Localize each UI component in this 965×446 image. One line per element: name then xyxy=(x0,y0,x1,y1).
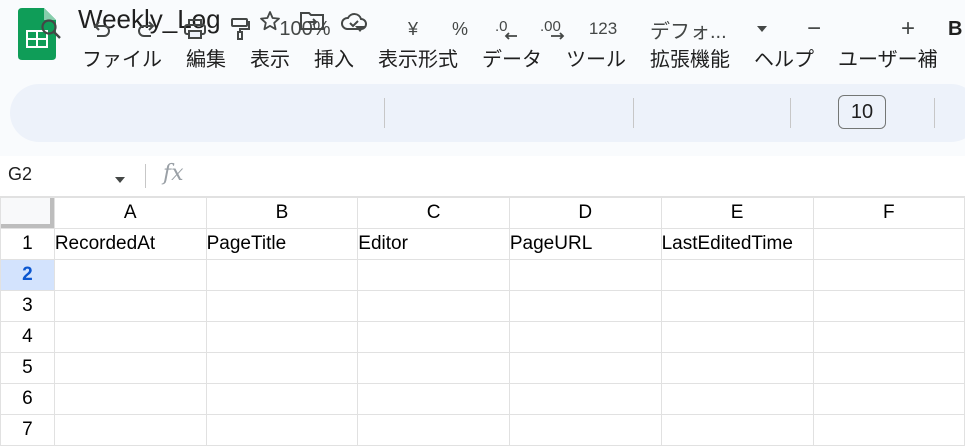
cell-c4[interactable] xyxy=(357,321,510,353)
bold-button[interactable]: B xyxy=(948,0,965,58)
cell-d2[interactable] xyxy=(508,259,662,291)
print-icon[interactable] xyxy=(179,0,211,58)
row-header-6[interactable]: 6 xyxy=(0,383,55,415)
decrease-font-size-button[interactable]: − xyxy=(800,0,828,58)
increase-decimal-icon[interactable]: .00 xyxy=(538,0,572,58)
more-formats-button[interactable]: 123 xyxy=(586,0,620,58)
cell-b6[interactable] xyxy=(205,383,359,415)
toolbar-divider xyxy=(633,98,634,128)
row-header-2[interactable]: 2 xyxy=(0,259,55,291)
formula-input[interactable] xyxy=(200,164,940,188)
cell-f2[interactable] xyxy=(812,259,965,291)
font-family-select[interactable]: デフォ... xyxy=(650,0,740,58)
column-header-c[interactable]: C xyxy=(357,197,510,229)
menu-accessibility[interactable]: ユーザー補 xyxy=(826,41,950,74)
cell-b5[interactable] xyxy=(205,352,359,384)
name-box[interactable]: G2 xyxy=(8,164,32,185)
zoom-select[interactable]: 100% xyxy=(270,0,340,58)
cell-c5[interactable] xyxy=(357,352,510,384)
zoom-chevron-down-icon[interactable] xyxy=(350,0,370,58)
toolbar-divider xyxy=(790,98,791,128)
cell-d1[interactable]: PageURL xyxy=(508,228,662,260)
redo-icon[interactable] xyxy=(132,0,162,58)
select-all-corner[interactable] xyxy=(0,197,55,229)
toolbar-divider xyxy=(384,98,385,128)
row-header-4[interactable]: 4 xyxy=(0,321,55,353)
cell-e6[interactable] xyxy=(660,383,814,415)
cell-a6[interactable] xyxy=(53,383,207,415)
font-size-input[interactable]: 10 xyxy=(838,95,886,129)
cell-f1[interactable] xyxy=(812,228,965,260)
table-row: 3 xyxy=(0,290,965,322)
table-row: 7 xyxy=(0,414,965,446)
column-header-d[interactable]: D xyxy=(508,197,662,229)
column-header-b[interactable]: B xyxy=(205,197,359,229)
cell-a7[interactable] xyxy=(53,414,207,446)
cell-b7[interactable] xyxy=(205,414,359,446)
cell-d5[interactable] xyxy=(508,352,662,384)
row-header-3[interactable]: 3 xyxy=(0,290,55,322)
formula-divider xyxy=(145,164,146,188)
cell-a3[interactable] xyxy=(53,290,207,322)
cell-c6[interactable] xyxy=(357,383,510,415)
cell-b1[interactable]: PageTitle xyxy=(205,228,359,260)
name-box-chevron-down-icon[interactable] xyxy=(114,171,126,189)
cell-f3[interactable] xyxy=(812,290,965,322)
cell-e4[interactable] xyxy=(660,321,814,353)
cell-a5[interactable] xyxy=(53,352,207,384)
svg-text:.00: .00 xyxy=(540,18,561,35)
cell-e1[interactable]: LastEditedTime xyxy=(660,228,814,260)
cell-e3[interactable] xyxy=(660,290,814,322)
cell-e5[interactable] xyxy=(660,352,814,384)
cell-c2[interactable] xyxy=(357,259,510,291)
toolbar xyxy=(10,84,965,142)
row-header-5[interactable]: 5 xyxy=(0,352,55,384)
cell-c3[interactable] xyxy=(357,290,510,322)
row-header-7[interactable]: 7 xyxy=(0,414,55,446)
cell-d4[interactable] xyxy=(508,321,662,353)
undo-icon[interactable] xyxy=(86,0,116,58)
cell-c1[interactable]: Editor xyxy=(357,228,510,260)
search-icon[interactable] xyxy=(34,0,68,58)
cell-d6[interactable] xyxy=(508,383,662,415)
cell-c7[interactable] xyxy=(357,414,510,446)
sheet-grid: A B C D E F 1 RecordedAt PageTitle Edito… xyxy=(0,197,965,446)
cell-a4[interactable] xyxy=(53,321,207,353)
column-header-f[interactable]: F xyxy=(812,197,965,229)
column-header-e[interactable]: E xyxy=(660,197,814,229)
table-row: 6 xyxy=(0,383,965,415)
cell-d7[interactable] xyxy=(508,414,662,446)
decrease-decimal-icon[interactable]: .0 xyxy=(492,0,524,58)
font-chevron-down-icon[interactable] xyxy=(752,0,772,58)
percent-format-button[interactable]: % xyxy=(446,0,474,58)
cell-b4[interactable] xyxy=(205,321,359,353)
increase-font-size-button[interactable]: + xyxy=(894,0,922,58)
svg-text:.0: .0 xyxy=(495,18,508,35)
table-row: 1 RecordedAt PageTitle Editor PageURL La… xyxy=(0,228,965,260)
cell-f5[interactable] xyxy=(812,352,965,384)
cell-f7[interactable] xyxy=(812,414,965,446)
cell-d3[interactable] xyxy=(508,290,662,322)
paint-format-icon[interactable] xyxy=(225,0,255,58)
fx-icon: fx xyxy=(163,161,184,186)
table-row: 5 xyxy=(0,352,965,384)
cell-f6[interactable] xyxy=(812,383,965,415)
cell-e7[interactable] xyxy=(660,414,814,446)
cell-b3[interactable] xyxy=(205,290,359,322)
formula-bar: G2 fx xyxy=(0,156,965,197)
column-header-a[interactable]: A xyxy=(53,197,207,229)
cell-f4[interactable] xyxy=(812,321,965,353)
table-row: 2 xyxy=(0,259,965,291)
cell-b2[interactable] xyxy=(205,259,359,291)
currency-format-button[interactable]: ¥ xyxy=(400,0,426,58)
toolbar-divider xyxy=(934,98,935,128)
row-header-1[interactable]: 1 xyxy=(0,228,55,260)
cell-e2[interactable] xyxy=(660,259,814,291)
cell-a1[interactable]: RecordedAt xyxy=(53,228,207,260)
table-row: 4 xyxy=(0,321,965,353)
cell-a2[interactable] xyxy=(53,259,207,291)
